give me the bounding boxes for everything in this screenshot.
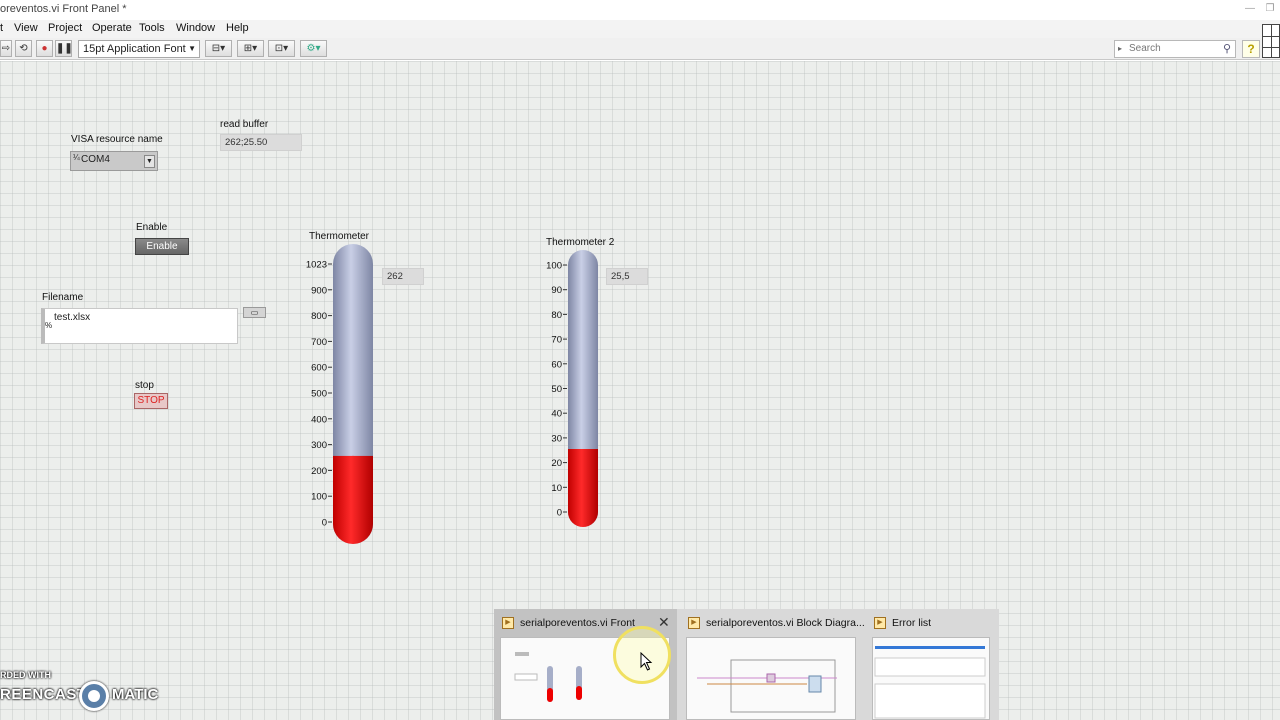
help-icon[interactable]: ? [1242,40,1260,58]
scale-tick-label: 70 [551,335,562,346]
menu-help[interactable]: Help [226,22,249,34]
font-selector[interactable]: 15pt Application Font ▼ [78,40,200,58]
chevron-down-icon[interactable]: ▼ [144,155,155,168]
visa-resource-control[interactable]: ¼ COM4 ▼ [70,151,158,171]
scale-tick-label: 100 [311,492,327,503]
scale-tick-label: 0 [557,508,562,519]
pause-icon[interactable]: ❚❚ [55,40,73,57]
screencast-watermark: RDED WITH REENCAST MATIC [0,670,170,715]
watermark-line-3: MATIC [112,686,159,703]
watermark-line-1: RDED WITH [0,670,51,680]
scale-tick-label: 600 [311,363,327,374]
run-continuously-icon[interactable]: ⟲ [15,40,32,57]
stop-button[interactable]: STOP [134,393,168,409]
thermometer-gauge[interactable]: 1023 900 800 700 600 500 400 300 200 100 0 [296,242,380,548]
scale-tick-label: 300 [311,440,327,451]
align-objects-icon[interactable]: ⊟▾ [205,40,232,57]
thermometer-2-digital-display: 25,5 [606,268,648,285]
close-icon[interactable]: ✕ [658,614,670,631]
scale-tick-label: 200 [311,466,327,477]
taskbar-thumb-block-diagram[interactable]: ▶ serialporeventos.vi Block Diagra... [680,609,865,720]
run-icon[interactable]: ⇨ [0,40,12,57]
font-selector-value: 15pt Application Font [83,43,186,55]
read-buffer-label: read buffer [220,119,269,130]
mouse-cursor-icon [640,652,653,671]
taskbar-thumb-title: serialporeventos.vi Block Diagra... [706,617,865,629]
error-list-preview-image [872,637,990,720]
taskbar-thumb-title: serialporeventos.vi Front [520,617,635,629]
enable-label: Enable [136,222,168,233]
thermometer-2-label: Thermometer 2 [546,237,615,248]
title-bar: oreventos.vi Front Panel * — ❐ [0,0,1280,20]
filename-label: Filename [42,292,84,303]
scale-tick-label: 90 [551,285,562,296]
scale-tick-label: 10 [551,483,562,494]
scale-tick-label: 1023 [306,260,327,271]
thermometer-mercury-level [333,455,373,476]
search-scope-icon: ▸ [1118,44,1123,53]
filename-value: test.xlsx [54,312,91,323]
stop-label: stop [135,380,154,391]
visa-label: VISA resource name [71,134,163,145]
thermometer-mercury-level [568,449,598,465]
window-controls: — ❐ [1240,0,1280,20]
thermometer-2-gauge[interactable]: 1009080706050403020100 [536,248,606,530]
visa-value: COM4 [81,154,110,165]
thermometer-digital-display: 262 [382,268,424,285]
scale-tick-label: 500 [311,389,327,400]
watermark-line-2: REENCAST [0,686,87,703]
browse-folder-icon[interactable]: ▭ [243,307,266,318]
window-title: oreventos.vi Front Panel * [0,3,127,15]
menu-edge-item[interactable]: t [0,22,3,34]
menu-operate[interactable]: Operate [92,22,132,34]
minimize-icon[interactable]: — [1240,0,1260,20]
scale-tick-label: 40 [551,409,562,420]
toolbar: ⇨ ⟲ ● ❚❚ 15pt Application Font ▼ ⊟▾ ⊞▾ ⊡… [0,38,1280,60]
abort-icon[interactable]: ● [36,40,53,57]
enable-button[interactable]: Enable [135,238,189,255]
filename-path-control[interactable]: % test.xlsx [41,308,238,344]
menu-project[interactable]: Project [48,22,82,34]
taskbar-thumb-error-list[interactable]: ▶ Error list [866,609,999,720]
scale-tick-label: 0 [322,518,327,529]
scale-tick-label: 50 [551,384,562,395]
menu-tools[interactable]: Tools [139,22,165,34]
read-buffer-indicator: 262;25.50 [220,134,302,151]
search-input[interactable]: ▸ Search ⚲ [1114,40,1236,58]
screencast-logo [79,681,109,711]
scale-tick-label: 20 [551,458,562,469]
connector-pane-icon[interactable] [1262,24,1280,58]
search-placeholder: Search [1129,43,1161,54]
reorder-icon[interactable]: ⚙▾ [300,40,327,57]
visa-io-icon: ¼ [73,153,80,162]
distribute-objects-icon[interactable]: ⊞▾ [237,40,264,57]
scale-tick-label: 700 [311,337,327,348]
maximize-icon[interactable]: ❐ [1260,0,1280,20]
scale-tick-label: 900 [311,285,327,296]
thermometer-label: Thermometer [309,231,370,242]
labview-vi-icon: ▶ [688,617,700,629]
menu-bar: t View Project Operate Tools Window Help [0,20,1280,38]
chevron-down-icon: ▼ [188,44,196,53]
taskbar-thumb-title: Error list [892,617,932,629]
resize-objects-icon[interactable]: ⊡▾ [268,40,295,57]
labview-vi-icon: ▶ [874,617,886,629]
scale-tick-label: 400 [311,414,327,425]
scale-tick-label: 30 [551,433,562,444]
menu-window[interactable]: Window [176,22,215,34]
taskbar-thumbnail-strip: ▶ serialporeventos.vi Front ✕ ▶ serialpo… [494,609,999,720]
scale-tick-label: 100 [546,261,562,272]
labview-vi-icon: ▶ [502,617,514,629]
scale-tick-label: 80 [551,310,562,321]
path-icon: % [45,321,53,330]
scale-tick-label: 800 [311,311,327,322]
scale-tick-label: 60 [551,359,562,370]
search-icon[interactable]: ⚲ [1223,41,1231,57]
block-diagram-preview-image [686,637,856,720]
menu-view[interactable]: View [14,22,38,34]
